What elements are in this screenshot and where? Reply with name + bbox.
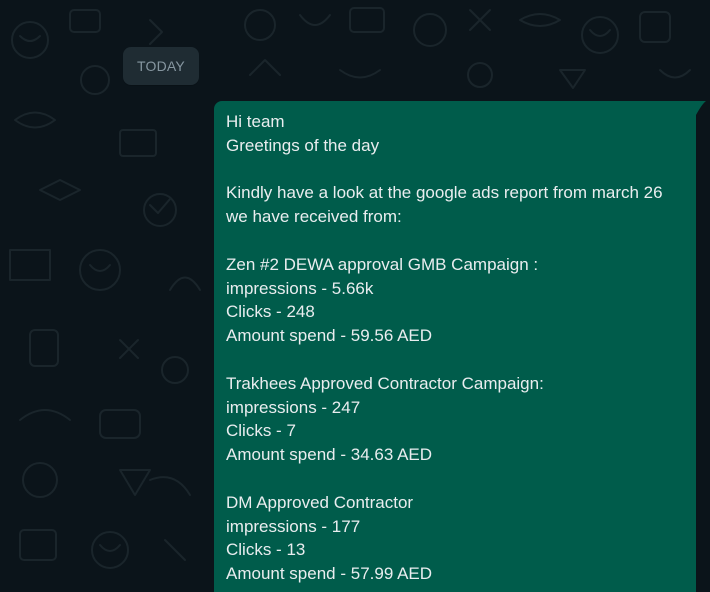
message-text: Hi team Greetings of the day Kindly have… xyxy=(226,110,696,586)
message-line xyxy=(226,229,696,253)
message-line: Amount spend - 34.63 AED xyxy=(226,445,433,465)
message-line: impressions - 5.66k xyxy=(226,278,374,298)
message-line xyxy=(226,467,696,491)
message-line: Greetings of the day xyxy=(226,135,380,155)
message-line: Amount spend - 57.99 AED xyxy=(226,564,433,584)
message-line: Trakhees Approved Contractor Campaign: xyxy=(226,373,544,393)
message-line: Kindly have a look at the google ads rep… xyxy=(226,183,663,203)
message-line: DM Approved Contractor xyxy=(226,492,414,512)
message-line: Hi team xyxy=(226,112,285,131)
message-line xyxy=(226,158,696,182)
message-line: Clicks - 13 xyxy=(226,540,306,560)
message-line: impressions - 247 xyxy=(226,397,361,417)
message-line: Clicks - 248 xyxy=(226,302,315,322)
message-line: Zen #2 DEWA approval GMB Campaign : xyxy=(226,254,539,274)
message-line: Amount spend - 59.56 AED xyxy=(226,326,433,346)
message-line: Clicks - 7 xyxy=(226,421,296,441)
message-line: we have received from: xyxy=(226,207,402,227)
date-divider-chip: TODAY xyxy=(123,47,199,85)
message-line: impressions - 177 xyxy=(226,516,361,536)
message-line xyxy=(226,348,696,372)
